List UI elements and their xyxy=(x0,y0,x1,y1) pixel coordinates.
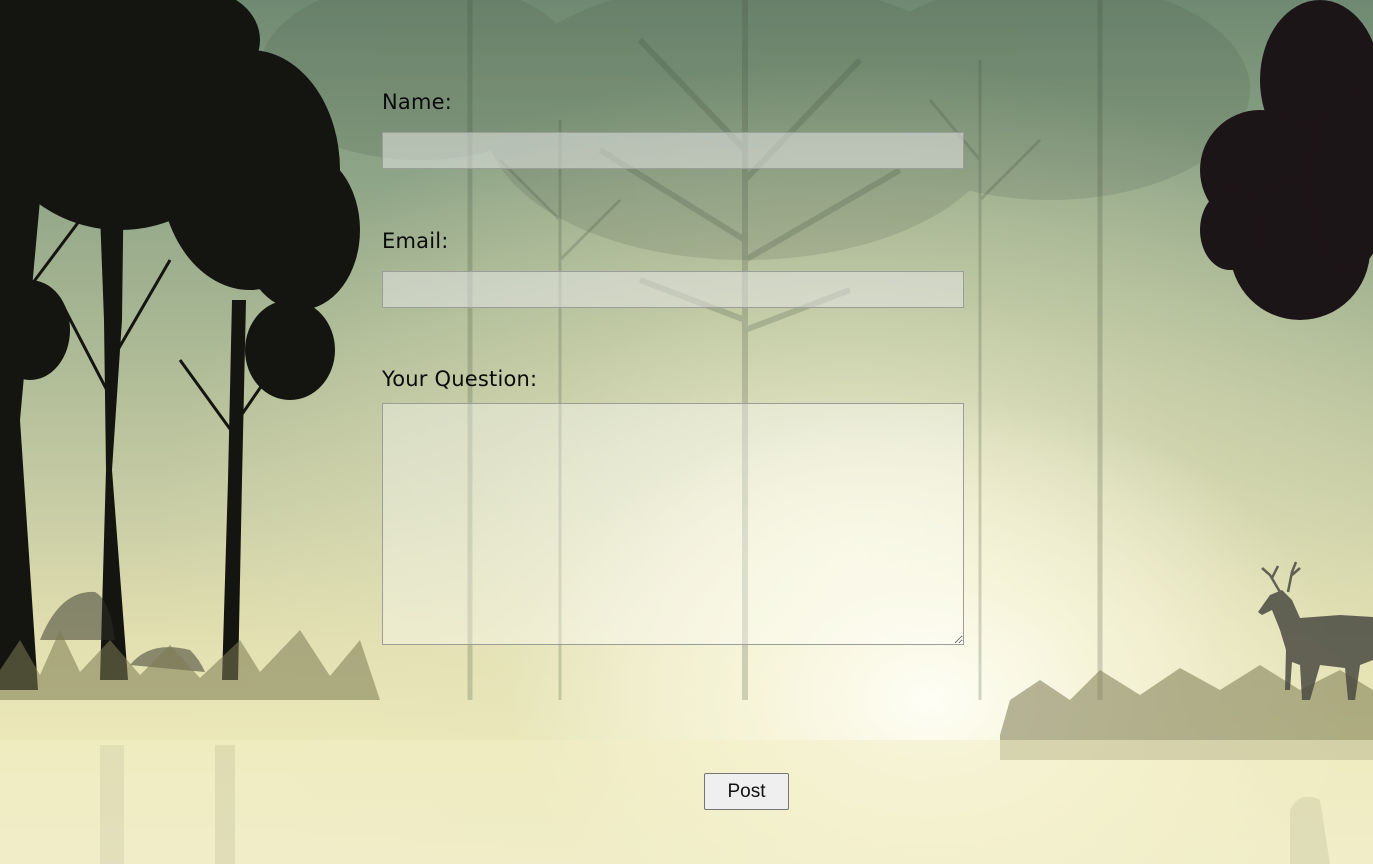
left-trees xyxy=(0,0,360,690)
name-input[interactable] xyxy=(382,132,964,169)
post-button[interactable]: Post xyxy=(704,773,789,810)
lake xyxy=(0,740,1373,864)
name-label: Name: xyxy=(382,90,453,114)
email-group: Email: xyxy=(382,227,964,308)
name-group: Name: xyxy=(382,88,964,169)
email-input[interactable] xyxy=(382,271,964,308)
question-label: Your Question: xyxy=(382,367,538,391)
question-group: Your Question: xyxy=(382,365,964,645)
question-textarea[interactable] xyxy=(382,403,964,645)
question-form: Name: Email: Your Question: xyxy=(382,88,964,645)
email-label: Email: xyxy=(382,229,449,253)
